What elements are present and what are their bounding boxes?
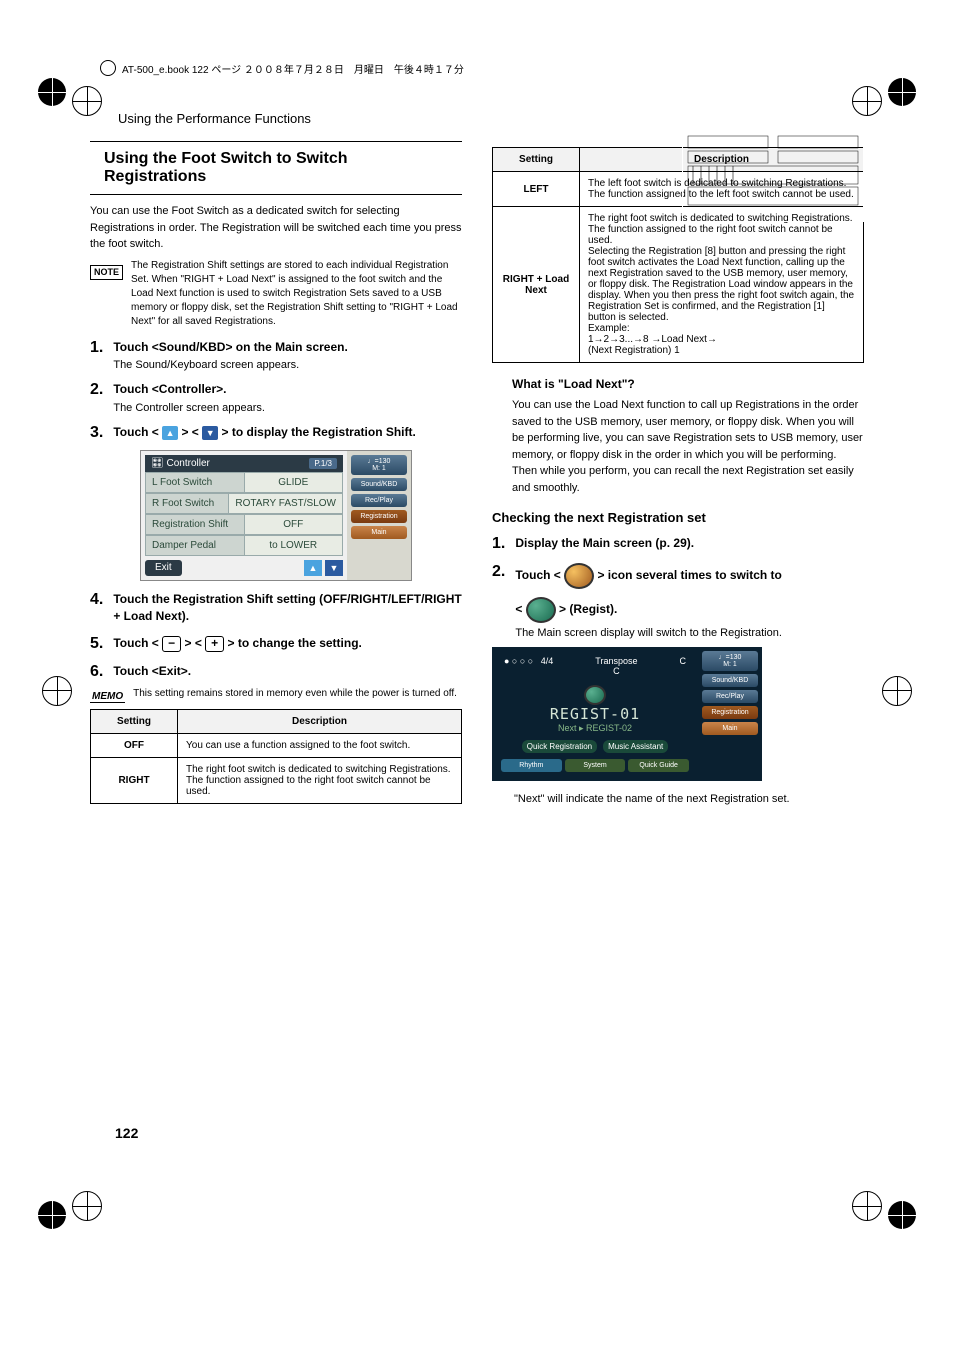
page-number: 122 bbox=[115, 1125, 138, 1141]
right-column: Setting Description LEFT The left foot s… bbox=[492, 141, 864, 808]
registration-mark-icon bbox=[852, 1191, 882, 1221]
step-6: 6. Touch <Exit>. bbox=[90, 663, 462, 681]
mode-toggle-icon bbox=[564, 563, 594, 589]
plus-button-icon: + bbox=[205, 636, 224, 652]
final-note: "Next" will indicate the name of the nex… bbox=[514, 791, 864, 808]
check-heading: Checking the next Registration set bbox=[492, 510, 864, 525]
memo-badge: MEMO bbox=[90, 691, 125, 703]
header-text: AT-500_e.book 122 ページ ２００８年７月２８日 月曜日 午後４… bbox=[122, 61, 464, 76]
book-icon bbox=[100, 60, 116, 76]
main-screen: ● ○ ○ ○ 4/4 Transpose C C REGIST-01 Next… bbox=[492, 647, 762, 781]
registration-mark-icon bbox=[72, 86, 102, 116]
registration-mark-icon bbox=[882, 676, 912, 706]
section-title: Using the Foot Switch to Switch Registra… bbox=[90, 141, 462, 195]
intro-text: You can use the Foot Switch as a dedicat… bbox=[90, 203, 462, 253]
minus-button-icon: − bbox=[162, 636, 181, 652]
down-arrow-icon: ▼ bbox=[202, 426, 218, 440]
registration-mark-icon bbox=[852, 86, 882, 116]
memo-text: This setting remains stored in memory ev… bbox=[133, 687, 457, 703]
check-step-1: 1. Display the Main screen (p. 29). bbox=[492, 535, 864, 553]
step-5: 5. Touch < − > < + > to change the setti… bbox=[90, 635, 462, 653]
controller-screen: 🎛 Controller P.1/3 L Foot SwitchGLIDE R … bbox=[140, 450, 412, 581]
up-arrow-icon: ▲ bbox=[162, 426, 178, 440]
regist-mode-icon bbox=[584, 685, 606, 705]
header-meta: AT-500_e.book 122 ページ ２００８年７月２８日 月曜日 午後４… bbox=[100, 60, 864, 76]
exit-button: Exit bbox=[145, 560, 182, 576]
registration-mark-icon bbox=[72, 1191, 102, 1221]
registration-mark-icon bbox=[888, 1201, 916, 1229]
check-step-2: 2. Touch < > icon several times to switc… bbox=[492, 563, 864, 639]
step-4: 4. Touch the Registration Shift setting … bbox=[90, 591, 462, 625]
down-arrow-icon: ▼ bbox=[325, 560, 343, 576]
section-label: Using the Performance Functions bbox=[118, 111, 864, 126]
load-next-heading: What is "Load Next"? bbox=[512, 377, 864, 391]
up-arrow-icon: ▲ bbox=[304, 560, 322, 576]
left-column: Using the Foot Switch to Switch Registra… bbox=[90, 141, 462, 808]
product-illustration bbox=[682, 130, 864, 222]
registration-mark-icon bbox=[888, 78, 916, 106]
load-next-body: You can use the Load Next function to ca… bbox=[512, 397, 864, 496]
note-badge: NOTE bbox=[90, 265, 123, 280]
table-row: RIGHT + Load Next The right foot switch … bbox=[493, 207, 864, 363]
step-1: 1. Touch <Sound/KBD> on the Main screen.… bbox=[90, 339, 462, 372]
step-3: 3. Touch < ▲ > < ▼ > to display the Regi… bbox=[90, 424, 462, 442]
step-2: 2. Touch <Controller>. The Controller sc… bbox=[90, 381, 462, 414]
table-row: OFF You can use a function assigned to t… bbox=[91, 733, 462, 757]
note-text: The Registration Shift settings are stor… bbox=[131, 259, 462, 329]
registration-mark-icon bbox=[38, 78, 66, 106]
table-row: RIGHT The right foot switch is dedicated… bbox=[91, 757, 462, 803]
settings-table-left: Setting Description OFF You can use a fu… bbox=[90, 709, 462, 804]
regist-mode-icon bbox=[526, 597, 556, 623]
registration-mark-icon bbox=[38, 1201, 66, 1229]
registration-mark-icon bbox=[42, 676, 72, 706]
